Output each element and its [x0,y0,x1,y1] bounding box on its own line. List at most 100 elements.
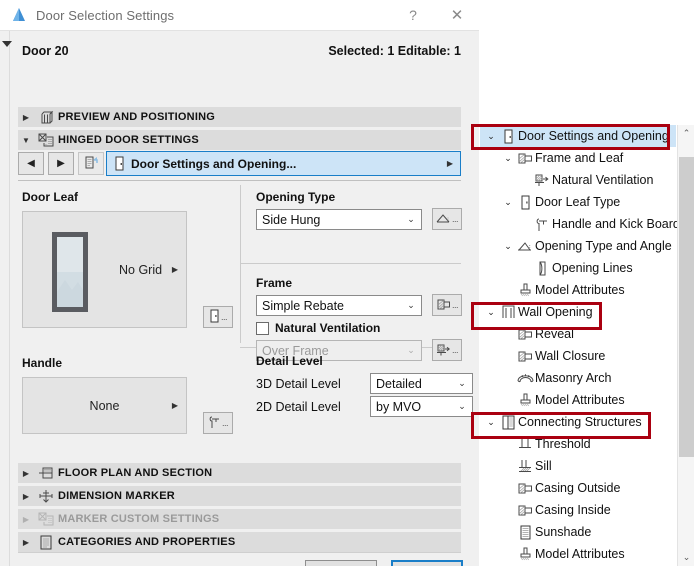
model-attributes-icon [515,393,535,408]
scrollbar-thumb[interactable] [679,157,694,457]
close-button[interactable]: ✕ [435,0,479,30]
tree-item-label: Sunshade [535,525,592,539]
door-leaf-preview[interactable]: No Grid ▶ [22,211,187,328]
natural-ventilation-icon [532,173,552,187]
section-label: FLOOR PLAN AND SECTION [58,467,213,479]
tree-item-model-attributes[interactable]: Model Attributes [480,389,676,411]
collapse-all-triangle-icon[interactable] [2,37,14,49]
handle-icon [532,217,552,232]
ellipsis-label: ... [221,418,229,428]
chevron-down-icon[interactable]: ⌄ [501,197,515,208]
chevron-down-icon[interactable]: ⌄ [484,131,498,142]
section-label: PREVIEW AND POSITIONING [58,111,215,123]
ok-button[interactable]: OK [391,560,463,566]
chevron-down-icon[interactable]: ⌄ [484,307,498,318]
opening-type-select[interactable]: Side Hung ⌄ [256,209,422,230]
ellipsis-label: ... [451,300,459,310]
section-header-preview-and-positioning[interactable]: ▶ PREVIEW AND POSITIONING [18,107,461,127]
archicad-logo-icon [11,7,27,23]
chevron-right-icon: ▶ [22,537,30,547]
tree-scrollbar[interactable]: ⌃ ⌄ [677,125,694,566]
frame-reveal-icon [436,298,451,313]
dialog-titlebar: Door Selection Settings ? ✕ [0,0,479,30]
chevron-down-icon: ⌄ [458,401,466,411]
section-header-categories-and-properties[interactable]: ▶ CATEGORIES AND PROPERTIES [18,532,461,552]
frame-reveal-icon [515,504,535,517]
detail-2d-select[interactable]: by MVO ⌄ [370,396,473,417]
tree-item-wall-closure[interactable]: Wall Closure [480,345,676,367]
chevron-down-icon[interactable]: ⌄ [484,417,498,428]
chevron-down-icon[interactable]: ⌄ [501,241,515,252]
tree-item-reveal[interactable]: Reveal [480,323,676,345]
handle-value: None [89,398,120,413]
tree-item-sill[interactable]: Sill [480,455,676,477]
help-button[interactable]: ? [391,0,435,30]
model-attributes-icon [515,283,535,298]
natural-ventilation-picker-button[interactable]: ... [432,339,462,361]
frame-reveal-icon [515,152,535,165]
settings-tree-panel: ⌄ Door Settings and Opening ⌄ Frame and Lea… [480,0,694,566]
frame-select[interactable]: Simple Rebate ⌄ [256,295,422,316]
breadcrumb-door-settings-and-opening[interactable]: Door Settings and Opening... ▶ [106,151,461,176]
frame-group-label: Frame [256,276,293,290]
nav-page-jump-button[interactable] [78,152,104,175]
left-rule [9,31,10,566]
detail-3d-label: 3D Detail Level [256,377,341,391]
door-panel-icon [107,156,131,171]
opening-angle-picker-button[interactable]: ... [432,208,462,230]
chevron-right-icon: ▶ [22,112,30,122]
nav-back-button[interactable]: ◀ [18,152,44,175]
tree-item-label: Casing Outside [535,481,621,495]
tree-item-casing-outside[interactable]: Casing Outside [480,477,676,499]
door-panel-icon [498,129,518,144]
handle-group-label: Handle [22,356,63,370]
tree-item-sunshade[interactable]: Sunshade [480,521,676,543]
natural-ventilation-checkbox[interactable]: Natural Ventilation [256,321,380,335]
handle-preview[interactable]: None ▶ [22,377,187,434]
opening-angle-icon [515,240,535,252]
scroll-up-arrow-icon[interactable]: ⌃ [678,125,694,142]
door-selection-settings-dialog: Door Selection Settings ? ✕ Door 20 Sele… [0,0,479,566]
tree-item-opening-type-and-angle[interactable]: ⌄ Opening Type and Angle [480,235,676,257]
handle-picker-button[interactable]: ... [203,412,233,434]
tree-item-door-settings-and-opening[interactable]: ⌄ Door Settings and Opening [480,125,676,147]
tree-item-opening-lines[interactable]: Opening Lines [480,257,676,279]
footer-divider [18,552,461,553]
tree-item-frame-and-leaf[interactable]: ⌄ Frame and Leaf [480,147,676,169]
frame-reveal-icon [515,350,535,363]
section-label: HINGED DOOR SETTINGS [58,134,199,146]
tree-item-door-leaf-type[interactable]: ⌄ Door Leaf Type [480,191,676,213]
tree-item-label: Reveal [535,327,574,341]
section-header-hinged-door-settings[interactable]: ▼ HINGED DOOR SETTINGS [18,130,461,150]
connecting-structures-icon [498,415,518,430]
door-leaf-type-picker-button[interactable]: ... [203,306,233,328]
tree-item-label: Frame and Leaf [535,151,624,165]
section-header-floor-plan-and-section[interactable]: ▶ FLOOR PLAN AND SECTION [18,463,461,483]
tree-item-label: Masonry Arch [535,371,612,385]
tree-item-model-attributes[interactable]: Model Attributes [480,543,676,565]
detail-level-group-label: Detail Level [256,354,323,368]
frame-picker-button[interactable]: ... [432,294,462,316]
section-header-marker-custom-settings[interactable]: ▶ MARKER CUSTOM SETTINGS [18,509,461,529]
tree-item-label: Connecting Structures [518,415,642,429]
chevron-right-icon: ▶ [22,468,30,478]
tree-item-casing-inside[interactable]: Casing Inside [480,499,676,521]
sill-icon [515,459,535,473]
tree-item-masonry-arch[interactable]: Masonry Arch [480,367,676,389]
natural-ventilation-label: Natural Ventilation [275,321,381,335]
chevron-down-icon[interactable]: ⌄ [501,153,515,164]
detail-3d-select[interactable]: Detailed ⌄ [370,373,473,394]
tree-item-threshold[interactable]: Threshold [480,433,676,455]
section-header-dimension-marker[interactable]: ▶ DIMENSION MARKER [18,486,461,506]
tree-item-natural-ventilation[interactable]: Natural Ventilation [480,169,676,191]
scroll-down-arrow-icon[interactable]: ⌄ [678,549,694,566]
opening-type-group-label: Opening Type [256,190,336,204]
cancel-button[interactable]: Cancel [305,560,377,566]
tree-item-model-attributes[interactable]: Model Attributes [480,279,676,301]
navbar-divider [18,180,461,181]
tree-item-connecting-structures[interactable]: ⌄ Connecting Structures [480,411,676,433]
tree-item-handle-and-kick-board[interactable]: Handle and Kick Board [480,213,680,235]
tree-item-label: Handle and Kick Board [552,217,680,231]
nav-forward-button[interactable]: ▶ [48,152,74,175]
tree-item-wall-opening[interactable]: ⌄ Wall Opening [480,301,676,323]
